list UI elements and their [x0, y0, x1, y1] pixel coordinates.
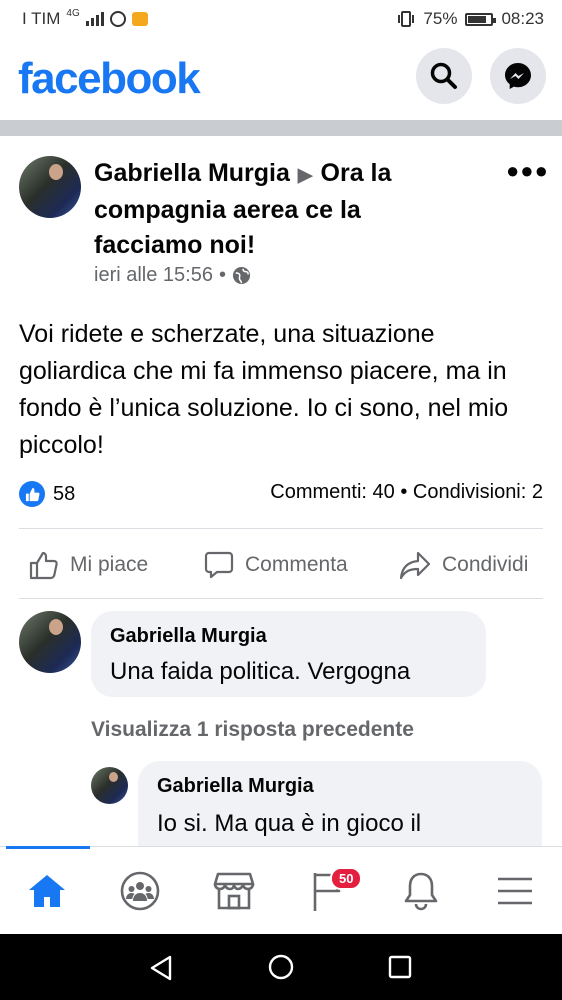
meta-separator: • [218, 264, 226, 286]
view-previous-replies-link[interactable]: Visualizza 1 risposta precedente [91, 718, 414, 742]
vibrate-icon [398, 11, 415, 27]
messenger-icon [505, 63, 531, 89]
messenger-button[interactable] [490, 48, 546, 104]
notifications-icon[interactable] [399, 869, 443, 913]
search-icon [430, 62, 457, 89]
share-label: Condividi [442, 553, 529, 576]
share-icon [399, 551, 431, 580]
reactions-summary[interactable]: 58 [19, 481, 75, 507]
like-reaction-icon [19, 481, 45, 507]
arrow-right-icon: ▶ [297, 165, 313, 186]
divider [19, 598, 543, 599]
signal-icon [85, 12, 104, 26]
post-meta: ieri alle 15:56 • [94, 264, 251, 287]
facebook-logo[interactable]: facebook [18, 54, 201, 104]
comment-label: Commenta [245, 553, 348, 576]
system-navigation-bar [0, 934, 562, 1000]
battery-icon [465, 12, 497, 26]
clock: 08:23 [501, 9, 544, 28]
engagement-counts: Commenti: 40 • Condivisioni: 2 [270, 481, 543, 504]
author-avatar[interactable] [19, 156, 81, 218]
counts-separator: • [400, 481, 408, 503]
whatsapp-icon [109, 11, 126, 27]
reply-avatar[interactable] [91, 767, 128, 804]
active-tab-indicator [6, 846, 90, 849]
menu-icon[interactable] [493, 869, 537, 913]
shares-count[interactable]: Condivisioni: 2 [413, 481, 543, 503]
comment-icon [204, 551, 234, 579]
reactions-count: 58 [53, 482, 76, 505]
comment-button[interactable]: Commenta [203, 540, 348, 590]
comments-count[interactable]: Commenti: 40 [270, 481, 395, 503]
battery-percent: 75% [423, 9, 458, 28]
carrier-label: I TIM [22, 9, 61, 28]
reply-text: Io si. Ma qua è in gioco il [157, 810, 422, 837]
home-circle-icon[interactable] [267, 953, 295, 981]
recents-icon[interactable] [387, 954, 413, 980]
like-button[interactable]: Mi piace [28, 540, 148, 590]
groups-icon[interactable] [118, 869, 162, 913]
post-text: Voi ridete e scherzate, una situazione g… [19, 320, 509, 459]
thumbs-up-icon [29, 551, 58, 580]
share-button[interactable]: Condividi [398, 540, 528, 590]
status-bar: I TIM 4G 75% 08:23 [0, 0, 562, 38]
marketplace-icon[interactable] [212, 869, 256, 913]
post-action-bar: Mi piace Commenta Condividi [0, 540, 562, 590]
author-name[interactable]: Gabriella Murgia [94, 159, 290, 187]
more-options-icon[interactable]: ●●● [506, 158, 549, 184]
notification-badge: 50 [330, 867, 363, 890]
home-icon[interactable] [25, 869, 69, 913]
comment-text: Una faida politica. Vergogna [110, 658, 411, 685]
app-header: facebook [0, 38, 562, 120]
back-icon[interactable] [148, 954, 174, 982]
reply-author[interactable]: Gabriella Murgia [157, 775, 314, 798]
commenter-avatar[interactable] [19, 611, 81, 673]
divider [19, 528, 543, 529]
network-type-label: 4G [66, 7, 80, 19]
comment-bubble[interactable]: Gabriella Murgia Una faida politica. Ver… [91, 611, 486, 697]
feed-separator [0, 120, 562, 136]
post-header-title: Gabriella Murgia ▶ Ora la compagnia aerea … [94, 156, 454, 263]
globe-icon [232, 266, 251, 285]
like-label: Mi piace [70, 553, 149, 576]
comment-author[interactable]: Gabriella Murgia [110, 625, 267, 648]
post-timestamp[interactable]: ieri alle 15:56 [94, 264, 213, 287]
app-notification-icon [131, 12, 148, 26]
search-button[interactable] [416, 48, 472, 104]
bottom-navigation: 50 [0, 846, 562, 935]
